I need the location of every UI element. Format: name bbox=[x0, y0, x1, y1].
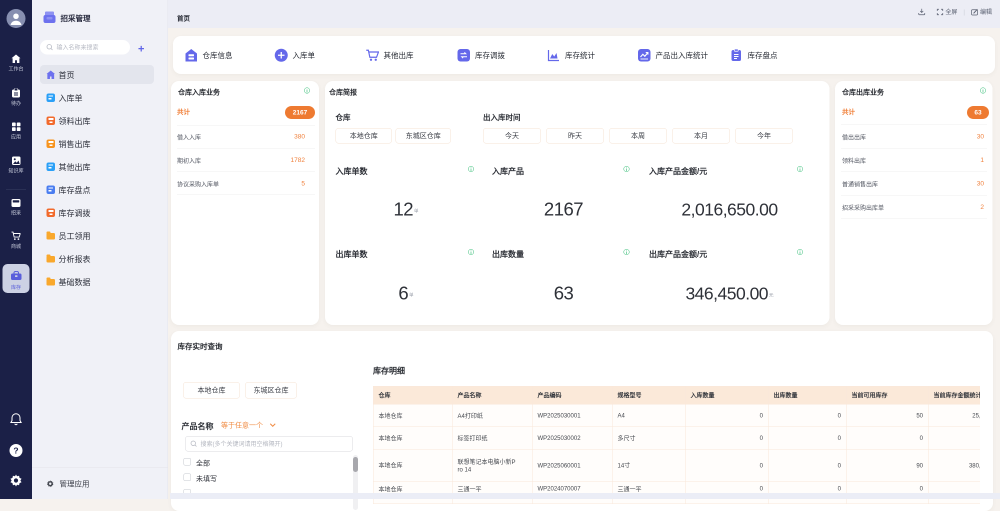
svg-text:?: ? bbox=[13, 446, 18, 456]
